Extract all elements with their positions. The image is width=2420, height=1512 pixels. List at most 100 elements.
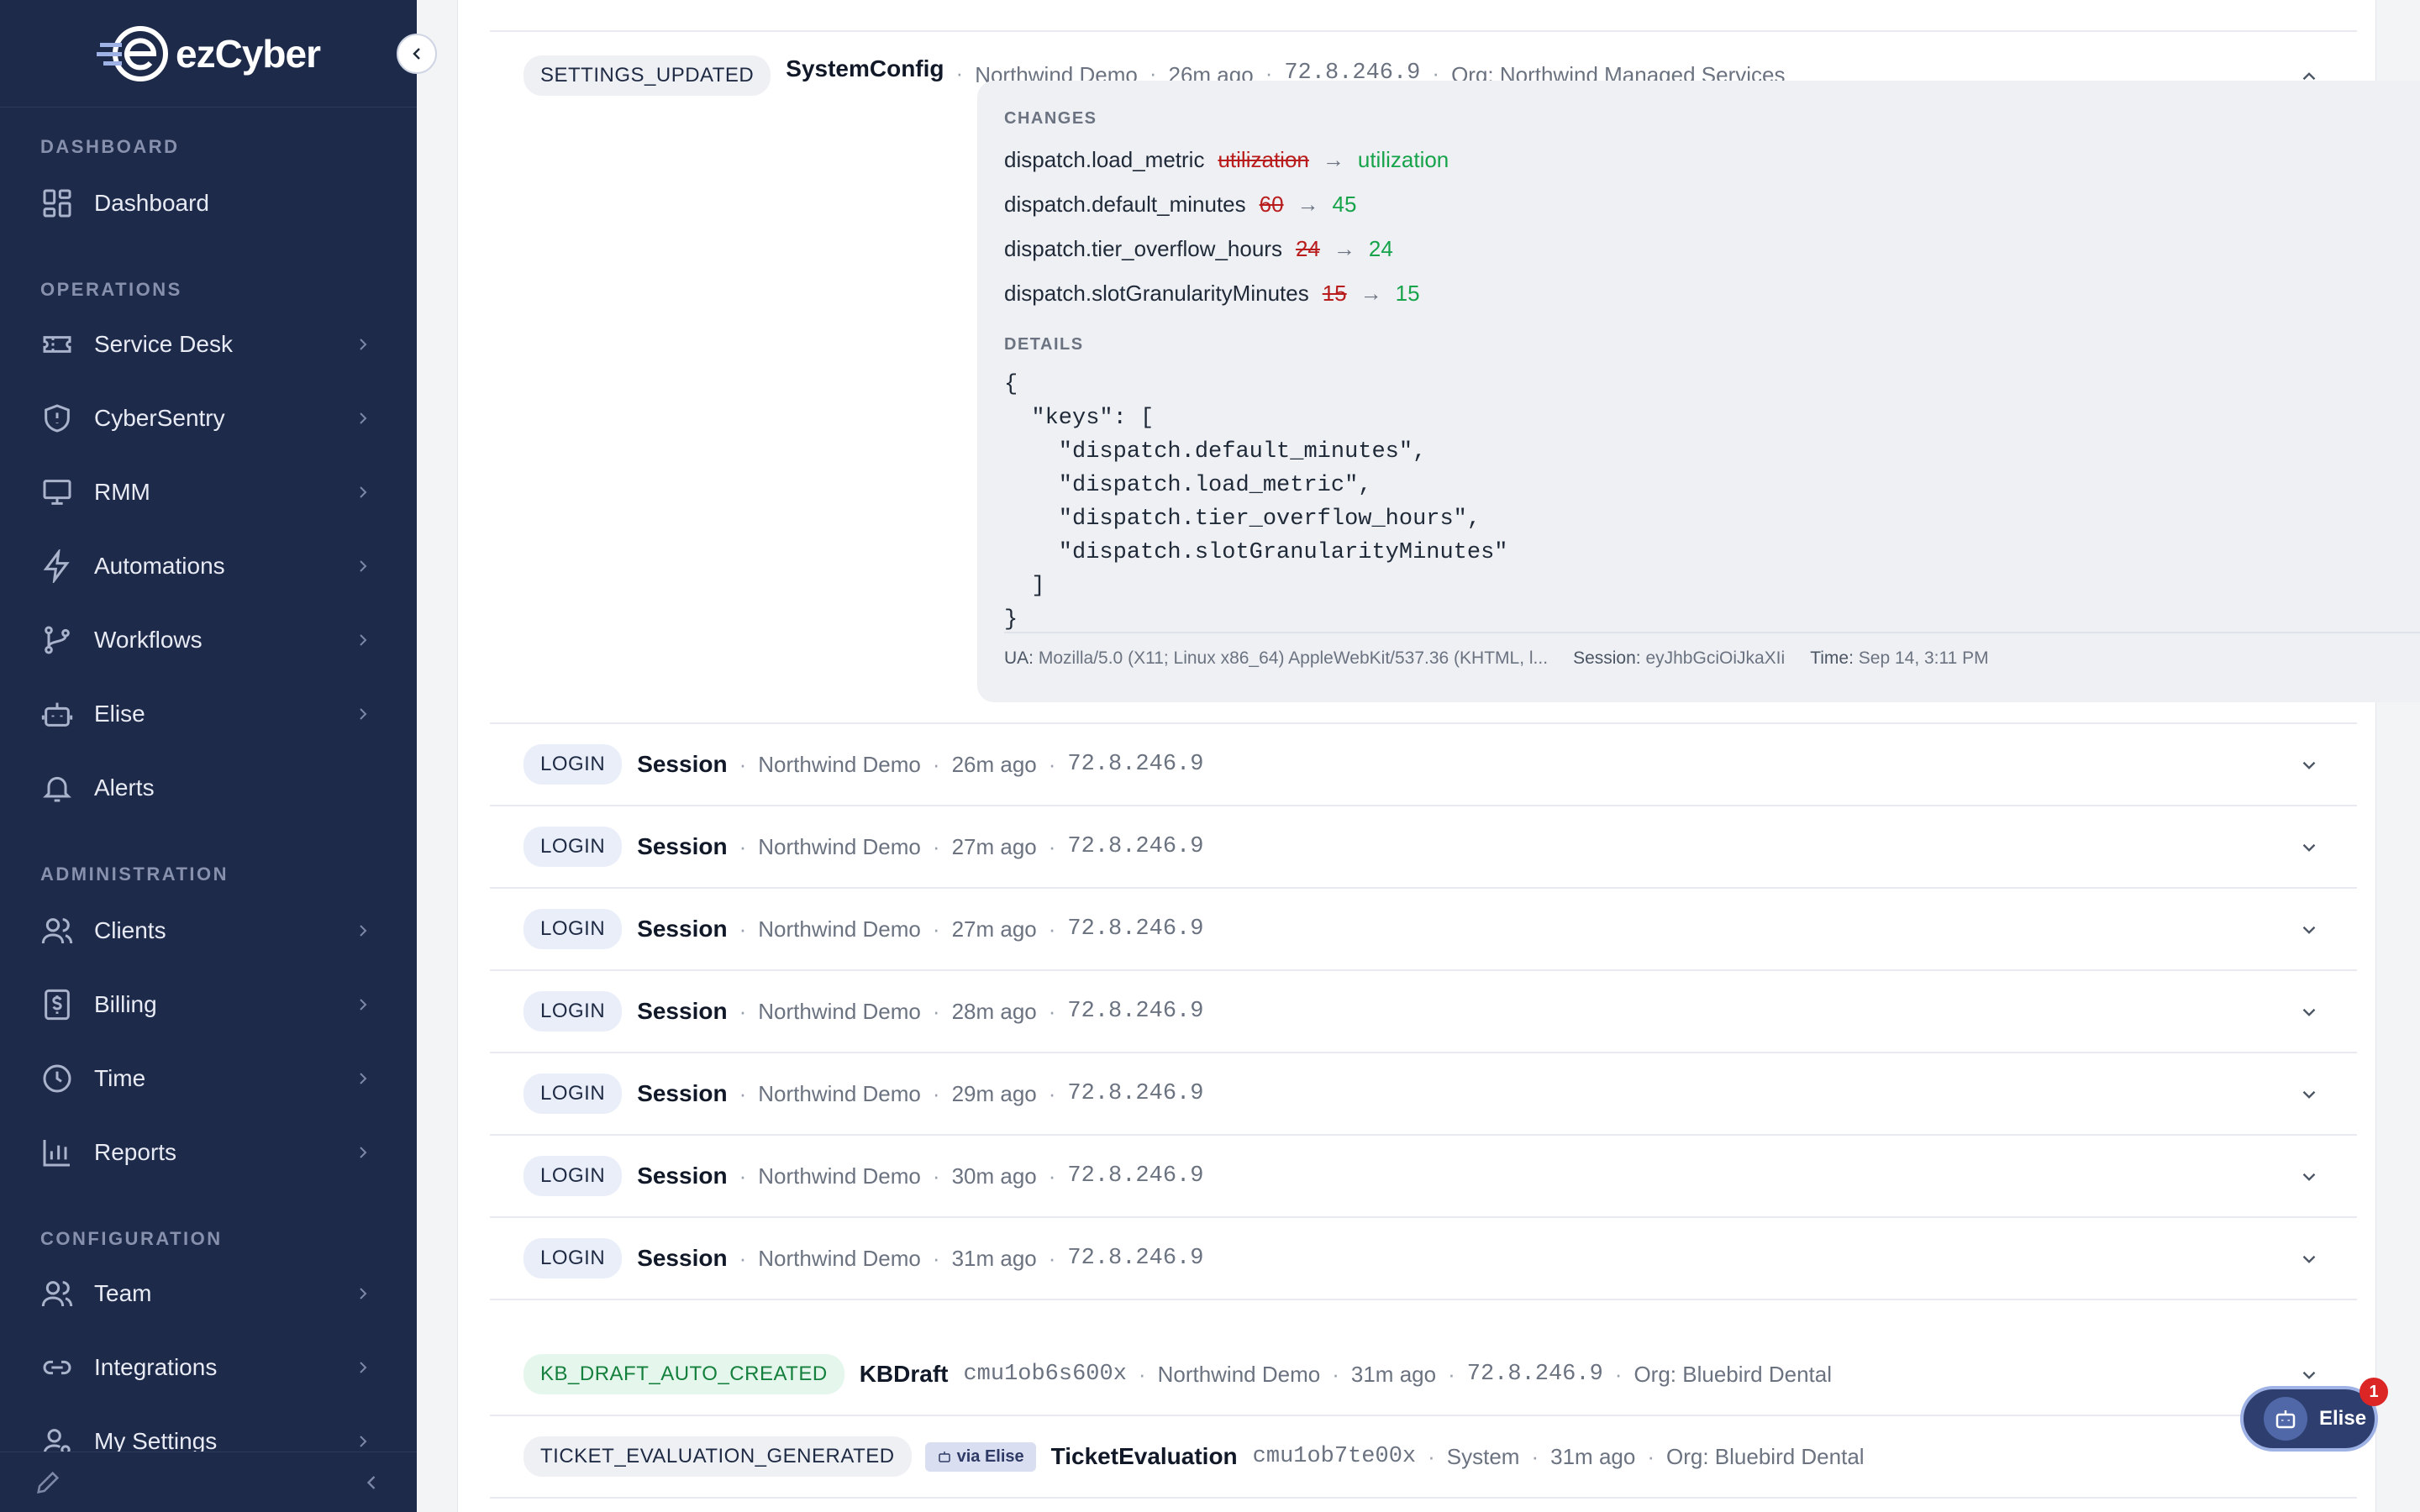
audit-row-login[interactable]: LOGIN Session · Northwind Demo · 31m ago · 72.8… (490, 1218, 2357, 1300)
sidebar-item-reports[interactable]: Reports (0, 1119, 417, 1186)
separator: · (739, 751, 747, 777)
chevron-right-icon (360, 708, 367, 720)
sidebar-item-service-desk[interactable]: Service Desk (0, 311, 417, 378)
change-entry: dispatch.default_minutes 60 → 45 (1004, 192, 2420, 218)
audit-row-login[interactable]: LOGIN Session · Northwind Demo · 26m ago · 72.8… (490, 724, 2357, 806)
separator: · (955, 60, 964, 86)
chevron-right-icon (360, 339, 367, 350)
session-value: eyJhbGciOiJkaXIi (1645, 648, 1786, 668)
separator: · (739, 1245, 747, 1271)
chevron-down-icon[interactable] (2298, 1248, 2320, 1270)
ua-value: Mozilla/5.0 (X11; Linux x86_64) AppleWeb… (1038, 648, 1549, 668)
chevron-down-icon[interactable] (2298, 1364, 2320, 1386)
dollar-icon (45, 989, 70, 1021)
pencil-icon[interactable] (34, 1468, 62, 1497)
chevron-down-icon[interactable] (2298, 754, 2320, 776)
org-name: Northwind Demo (758, 916, 921, 942)
chevron-down-icon[interactable] (2298, 919, 2320, 941)
separator: · (1428, 1443, 1435, 1469)
relative-time: 31m ago (1350, 1361, 1437, 1387)
separator: · (1138, 1361, 1146, 1387)
branch-icon (45, 626, 70, 654)
org-name: Northwind Demo (758, 998, 921, 1024)
chevron-right-icon (360, 1073, 367, 1084)
audit-row-kb-draft[interactable]: KB_DRAFT_AUTO_CREATED KBDraft cmu1ob6s60… (490, 1334, 2357, 1416)
sidebar-item-integrations[interactable]: Integrations (0, 1334, 417, 1401)
chevron-down-icon[interactable] (2298, 1001, 2320, 1023)
audit-row-login[interactable]: LOGIN Session · Northwind Demo · 28m ago · 72.8… (490, 971, 2357, 1053)
sidebar-item-label: Billing (94, 991, 157, 1017)
change-new-value: 24 (1368, 236, 1393, 261)
audit-row-login[interactable]: LOGIN Session · Northwind Demo · 30m ago · 72.8… (490, 1136, 2357, 1218)
section-dashboard: DASHBOARD (40, 136, 180, 157)
sidebar-item-label: Team (94, 1280, 152, 1306)
audit-row-ticket-evaluation[interactable]: TICKET_EVALUATION_GENERATED via Elise Ti… (490, 1416, 2357, 1499)
sidebar-item-clients[interactable]: Clients (0, 897, 417, 964)
relative-time: 28m ago (951, 998, 1037, 1024)
sidebar-item-team[interactable]: Team (0, 1260, 417, 1327)
chevron-down-icon[interactable] (2298, 1084, 2320, 1105)
sidebar-item-label: Alerts (94, 774, 155, 801)
audit-row-login[interactable]: LOGIN Session · Northwind Demo · 29m ago · 72.8… (490, 1053, 2357, 1136)
separator: · (1048, 751, 1056, 777)
change-old-value: 15 (1322, 281, 1347, 306)
brand-logo[interactable]: ezCyber (97, 24, 321, 83)
separator: · (1048, 833, 1056, 859)
sidebar-item-dashboard[interactable]: Dashboard (0, 170, 417, 237)
request-metadata: UA: Mozilla/5.0 (X11; Linux x86_64) Appl… (1004, 632, 2420, 669)
action-badge: LOGIN (523, 827, 623, 867)
change-key: dispatch.default_minutes (1004, 192, 1246, 217)
action-badge: LOGIN (523, 909, 623, 949)
sidebar-item-label: Reports (94, 1139, 177, 1165)
org-label: Org: Bluebird Dental (1666, 1443, 1865, 1469)
chevron-down-icon[interactable] (2298, 1166, 2320, 1188)
audit-row-login[interactable]: LOGIN Session · Northwind Demo · 27m ago · 72.8… (490, 806, 2357, 889)
audit-row-previous[interactable] (490, 0, 2357, 32)
audit-log-main: SETTINGS_UPDATED SystemConfig · Northwin… (417, 0, 2420, 1512)
change-new-value: 15 (1395, 281, 1420, 306)
arrow-icon: → (1297, 192, 1319, 217)
action-badge: LOGIN (523, 744, 623, 785)
separator: · (932, 1080, 940, 1106)
sidebar-item-label: Service Desk (94, 331, 233, 357)
sidebar-item-billing[interactable]: Billing (0, 971, 417, 1038)
via-elise-tag: via Elise (924, 1441, 1036, 1472)
ip-address: 72.8.246.9 (1067, 999, 1204, 1024)
separator: · (932, 1163, 940, 1189)
session-label: Session: (1573, 648, 1641, 668)
org-name: Northwind Demo (758, 833, 921, 859)
clock-icon (43, 1064, 71, 1093)
elise-chat-button[interactable]: Elise (2240, 1386, 2378, 1452)
action-badge: SETTINGS_UPDATED (523, 55, 771, 96)
change-old-value: utilization (1218, 147, 1309, 172)
sidebar-item-elise[interactable]: Elise (0, 680, 417, 748)
ip-address: 72.8.246.9 (1067, 752, 1204, 777)
sidebar-item-cybersentry[interactable]: CyberSentry (0, 385, 417, 452)
audit-row-login[interactable]: LOGIN Session · Northwind Demo · 27m ago · 72.8… (490, 889, 2357, 971)
details-label: DETAILS (1004, 335, 1084, 354)
separator: · (1614, 1361, 1623, 1387)
bar-chart-icon (43, 1140, 70, 1167)
entity-name: KBDraft (859, 1361, 949, 1387)
org-name: Northwind Demo (1157, 1361, 1321, 1387)
chevron-down-icon[interactable] (2298, 837, 2320, 858)
entity-name: Session (637, 751, 728, 777)
org-name: Northwind Demo (758, 1080, 921, 1106)
details-json: { "keys": [ "dispatch.default_minutes", … (1004, 372, 1508, 633)
sidebar-item-automations[interactable]: Automations (0, 533, 417, 600)
change-new-value: utilization (1357, 147, 1449, 172)
sidebar-item-alerts[interactable]: Alerts (0, 754, 417, 822)
separator: · (932, 833, 940, 859)
sidebar-item-workflows[interactable]: Workflows (0, 606, 417, 674)
separator: · (932, 916, 940, 942)
sidebar-item-time[interactable]: Time (0, 1045, 417, 1112)
entity-name: Session (637, 1245, 728, 1271)
chevron-left-icon[interactable] (360, 1471, 383, 1494)
collapse-sidebar-button[interactable] (397, 34, 437, 74)
separator: · (1048, 1080, 1056, 1106)
ticket-icon (43, 336, 71, 353)
entity-name: Session (637, 833, 728, 859)
sidebar-item-rmm[interactable]: RMM (0, 459, 417, 526)
sidebar-item-label: CyberSentry (94, 405, 225, 431)
audit-log-panel: SETTINGS_UPDATED SystemConfig · Northwin… (457, 0, 2420, 1512)
